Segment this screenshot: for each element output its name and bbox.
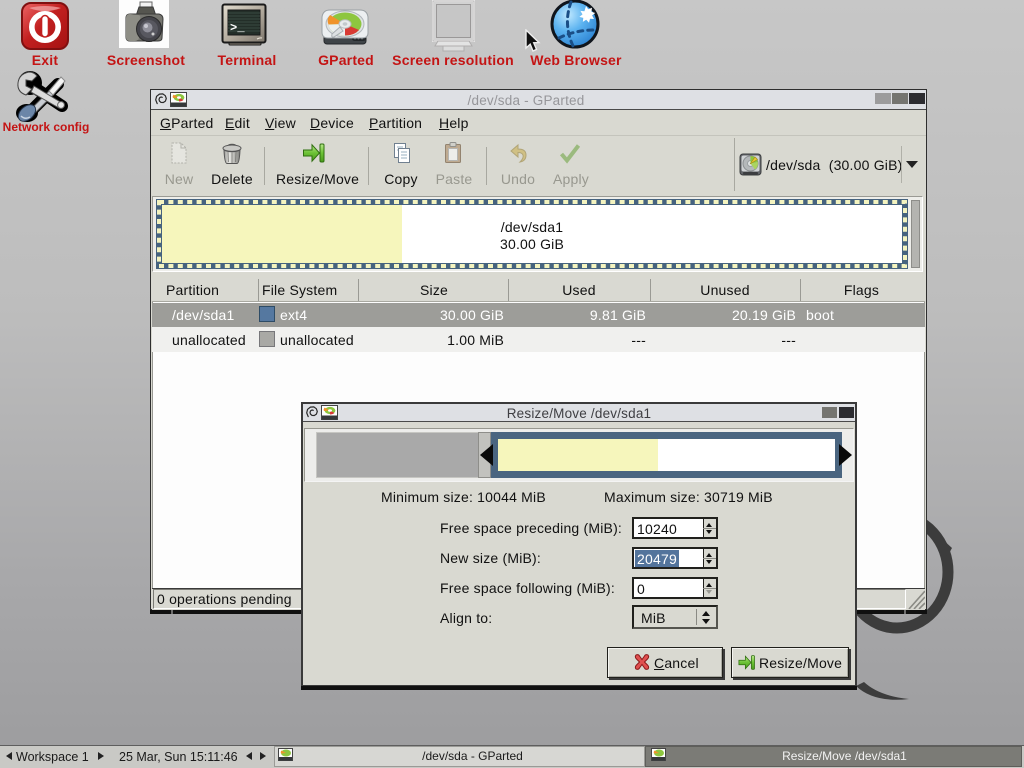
svg-text:>_: >_ [230,21,245,35]
